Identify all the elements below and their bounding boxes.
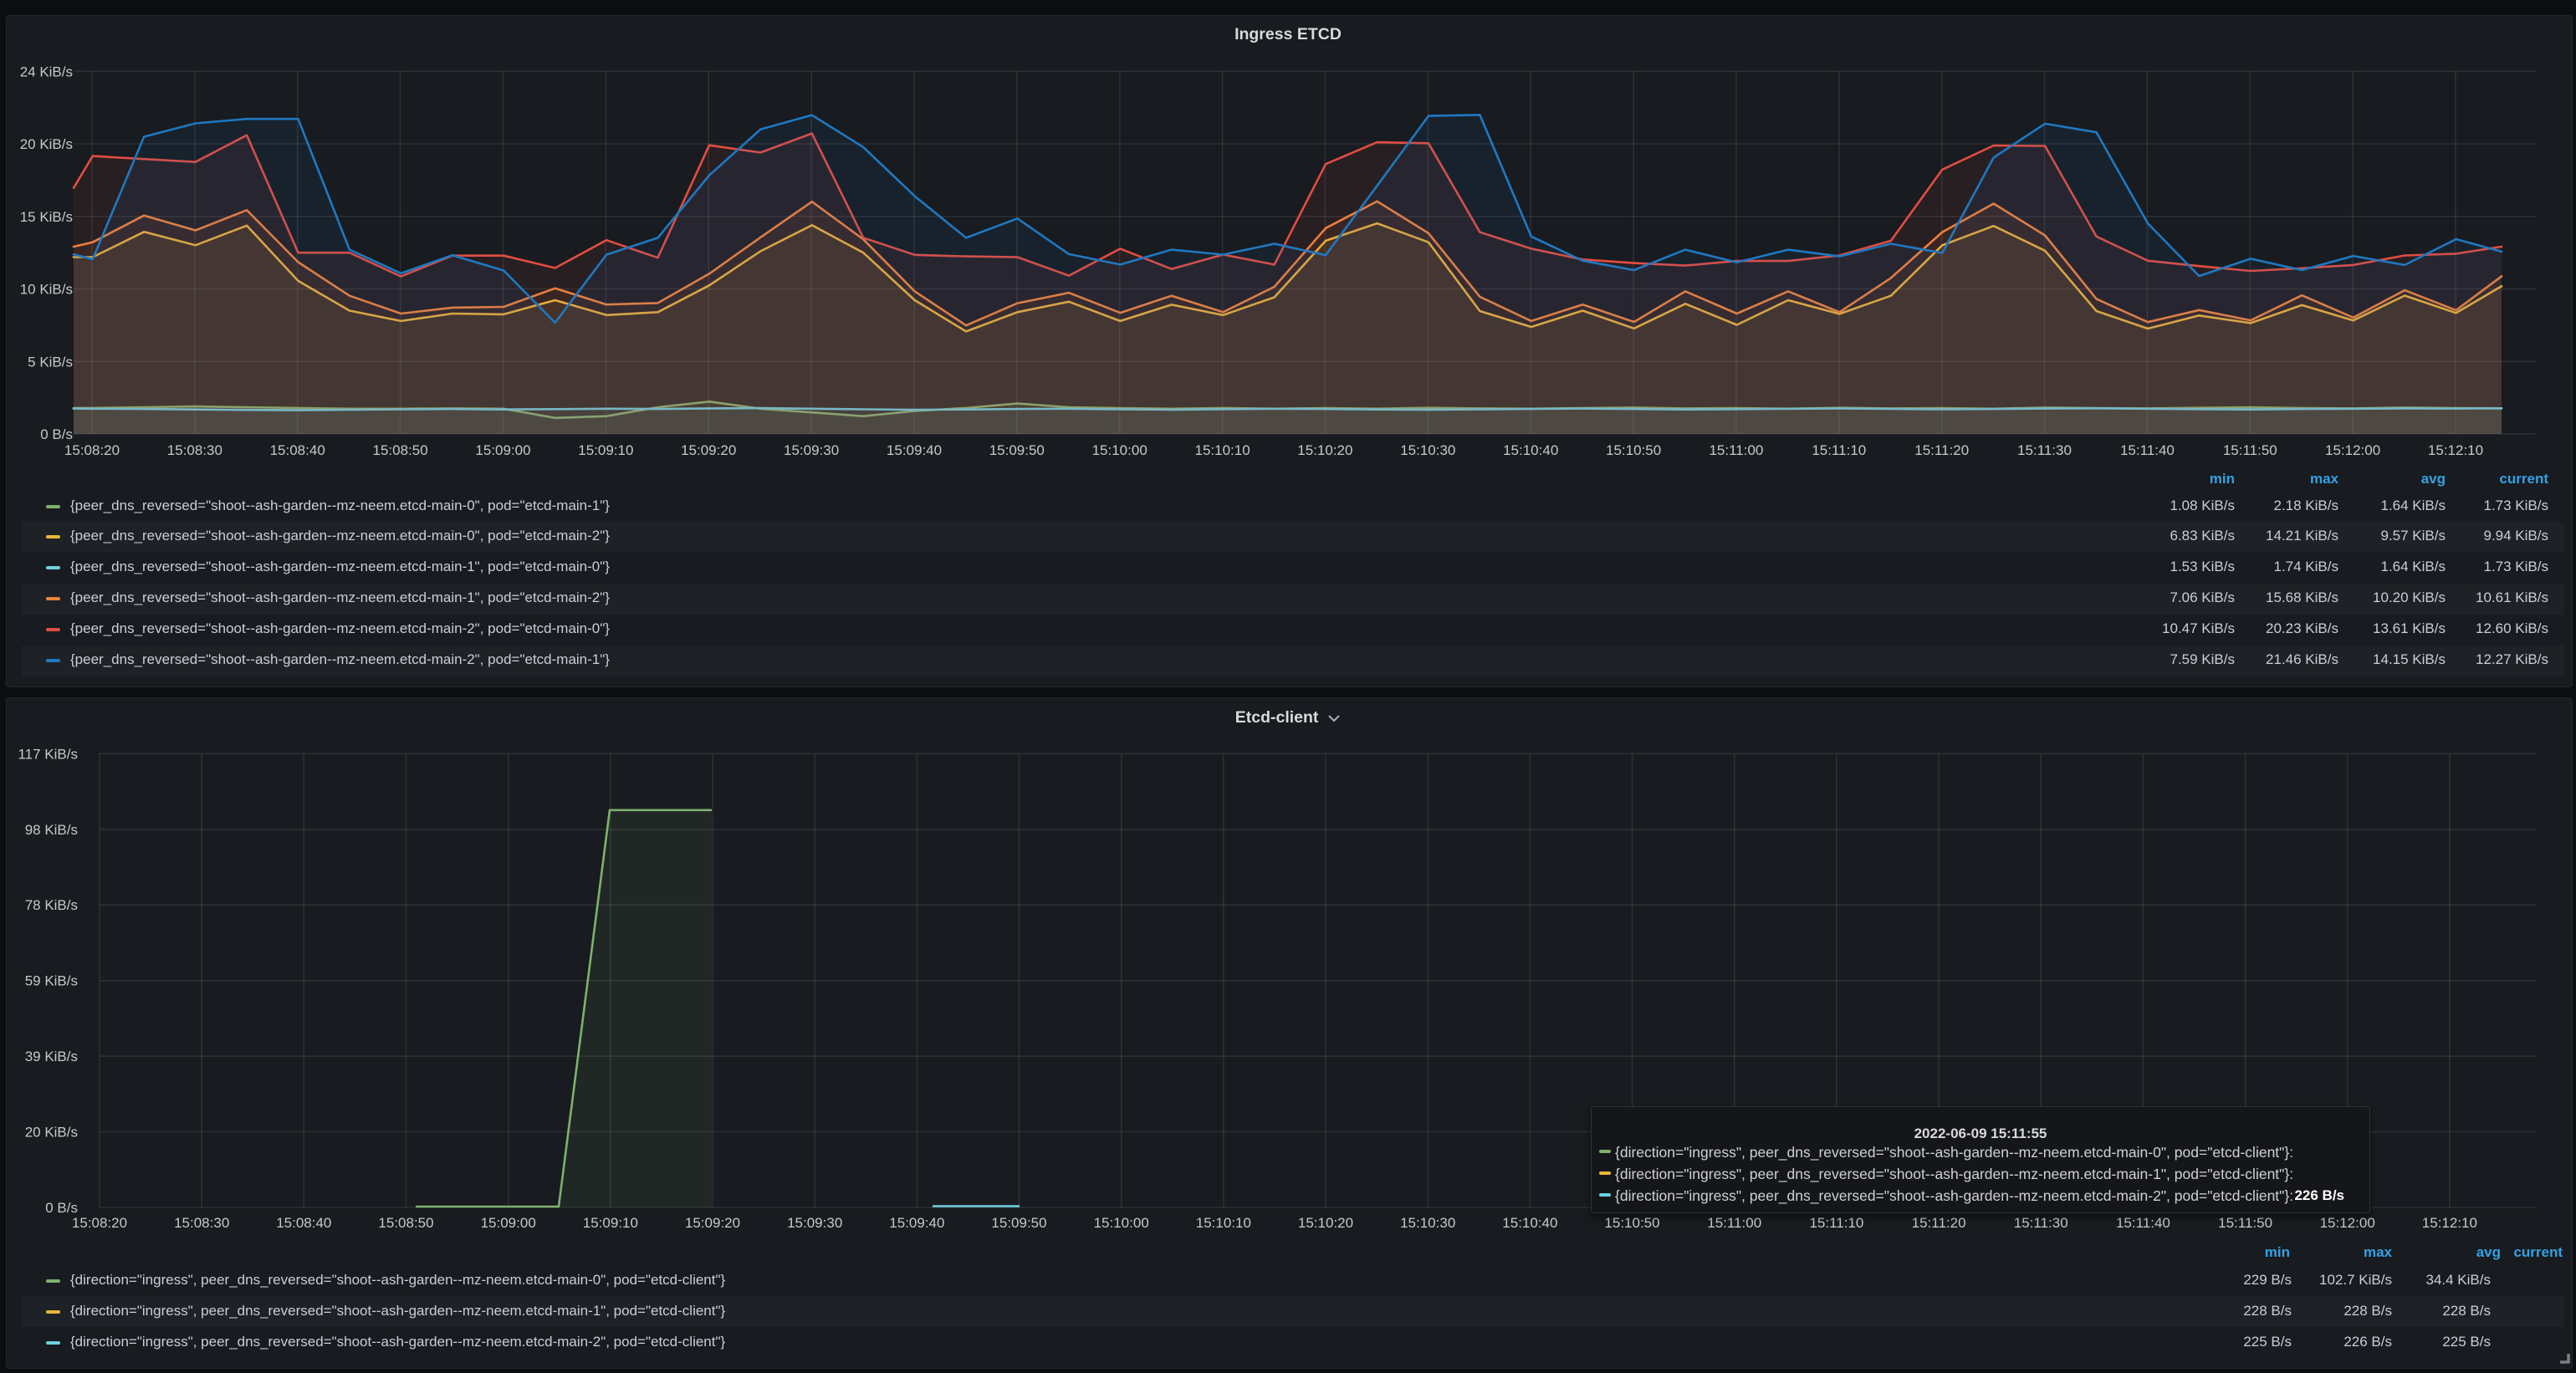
- svg-text:15:11:00: 15:11:00: [1707, 1215, 1761, 1231]
- svg-text:15:09:30: 15:09:30: [784, 442, 839, 458]
- svg-text:15:10:30: 15:10:30: [1400, 1215, 1455, 1231]
- svg-text:15:08:30: 15:08:30: [167, 442, 222, 458]
- svg-text:0 B/s: 0 B/s: [40, 426, 73, 442]
- svg-text:5 KiB/s: 5 KiB/s: [28, 354, 73, 370]
- svg-text:15:11:20: 15:11:20: [1912, 1215, 1966, 1231]
- svg-text:15:08:20: 15:08:20: [64, 442, 120, 458]
- svg-text:15:10:40: 15:10:40: [1503, 442, 1558, 458]
- svg-text:15:11:10: 15:11:10: [1812, 442, 1866, 458]
- svg-text:15 KiB/s: 15 KiB/s: [20, 209, 73, 225]
- svg-text:15:09:30: 15:09:30: [787, 1215, 842, 1231]
- svg-text:15:09:50: 15:09:50: [991, 1215, 1046, 1231]
- svg-text:15:09:50: 15:09:50: [989, 442, 1045, 458]
- svg-text:15:10:20: 15:10:20: [1298, 1215, 1353, 1231]
- svg-text:15:10:10: 15:10:10: [1195, 442, 1250, 458]
- svg-text:15:11:30: 15:11:30: [2017, 442, 2072, 458]
- svg-text:15:12:00: 15:12:00: [2320, 1215, 2375, 1231]
- svg-text:20 KiB/s: 20 KiB/s: [20, 136, 73, 152]
- svg-text:15:11:50: 15:11:50: [2218, 1215, 2272, 1231]
- svg-text:15:10:50: 15:10:50: [1606, 442, 1661, 458]
- svg-text:15:08:40: 15:08:40: [270, 442, 325, 458]
- svg-text:15:09:10: 15:09:10: [578, 442, 633, 458]
- svg-text:15:10:00: 15:10:00: [1094, 1215, 1149, 1231]
- svg-text:15:08:30: 15:08:30: [174, 1215, 229, 1231]
- svg-text:10 KiB/s: 10 KiB/s: [20, 282, 73, 298]
- svg-text:15:11:40: 15:11:40: [2120, 442, 2175, 458]
- svg-text:15:09:10: 15:09:10: [583, 1215, 638, 1231]
- svg-text:15:10:00: 15:10:00: [1092, 442, 1147, 458]
- svg-text:15:10:10: 15:10:10: [1196, 1215, 1251, 1231]
- svg-text:15:11:40: 15:11:40: [2116, 1215, 2170, 1231]
- svg-text:15:09:20: 15:09:20: [685, 1215, 740, 1231]
- svg-text:15:10:30: 15:10:30: [1400, 442, 1455, 458]
- svg-text:15:12:00: 15:12:00: [2325, 442, 2380, 458]
- svg-text:15:08:40: 15:08:40: [276, 1215, 331, 1231]
- svg-text:117 KiB/s: 117 KiB/s: [18, 746, 78, 762]
- svg-text:0 B/s: 0 B/s: [45, 1200, 78, 1216]
- svg-text:15:11:00: 15:11:00: [1709, 442, 1763, 458]
- svg-text:15:09:00: 15:09:00: [475, 442, 530, 458]
- svg-text:15:10:50: 15:10:50: [1604, 1215, 1659, 1231]
- svg-text:15:10:40: 15:10:40: [1502, 1215, 1557, 1231]
- svg-text:78 KiB/s: 78 KiB/s: [25, 897, 78, 913]
- svg-text:15:09:00: 15:09:00: [481, 1215, 536, 1231]
- svg-text:15:08:50: 15:08:50: [373, 442, 428, 458]
- svg-text:24 KiB/s: 24 KiB/s: [20, 64, 73, 79]
- svg-text:15:09:40: 15:09:40: [887, 442, 942, 458]
- svg-text:20 KiB/s: 20 KiB/s: [25, 1125, 78, 1141]
- svg-text:15:11:30: 15:11:30: [2014, 1215, 2068, 1231]
- svg-text:39 KiB/s: 39 KiB/s: [25, 1049, 78, 1064]
- svg-text:15:08:20: 15:08:20: [72, 1215, 127, 1231]
- svg-text:15:11:10: 15:11:10: [1809, 1215, 1863, 1231]
- svg-text:15:09:40: 15:09:40: [889, 1215, 944, 1231]
- svg-text:15:10:20: 15:10:20: [1297, 442, 1352, 458]
- svg-text:59 KiB/s: 59 KiB/s: [25, 973, 78, 989]
- svg-text:98 KiB/s: 98 KiB/s: [25, 822, 78, 838]
- svg-text:15:09:20: 15:09:20: [681, 442, 736, 458]
- svg-text:15:08:50: 15:08:50: [378, 1215, 433, 1231]
- svg-text:15:12:10: 15:12:10: [2422, 1215, 2477, 1231]
- svg-text:15:12:10: 15:12:10: [2428, 442, 2483, 458]
- svg-text:15:11:20: 15:11:20: [1914, 442, 1969, 458]
- svg-text:15:11:50: 15:11:50: [2223, 442, 2277, 458]
